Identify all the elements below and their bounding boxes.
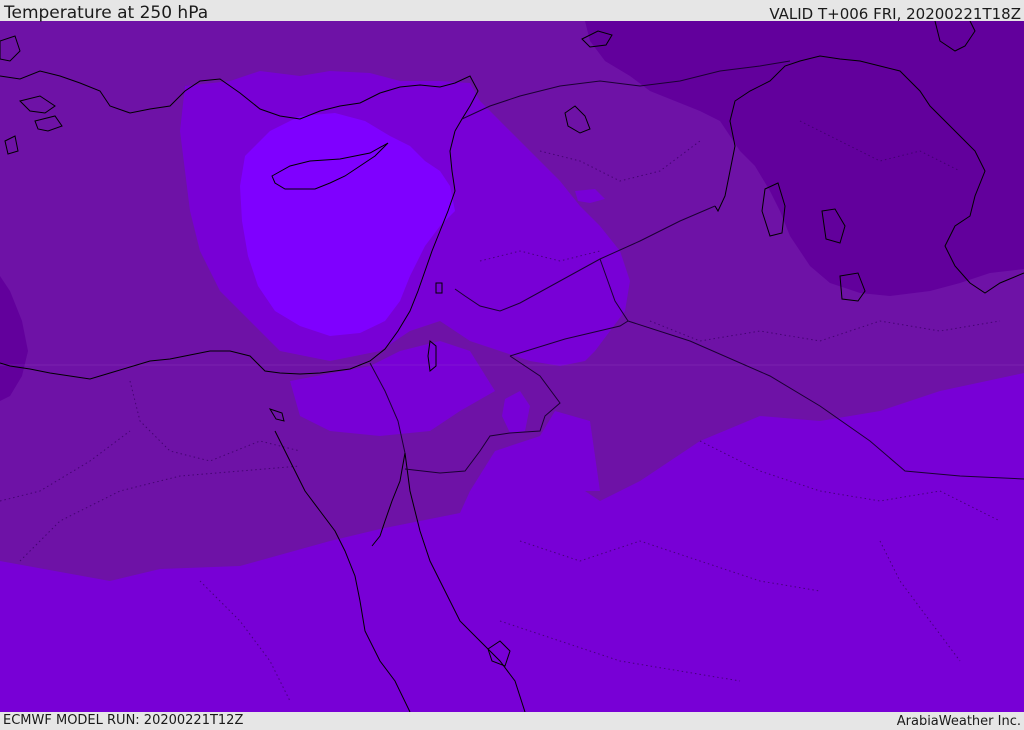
credit-label: ArabiaWeather Inc. [896,714,1021,729]
model-run-label: ECMWF MODEL RUN: 20200221T12Z [3,713,244,728]
valid-time: VALID T+006 FRI, 20200221T18Z [769,5,1021,23]
temperature-map [0,21,1024,712]
map-area [0,21,1024,712]
map-title: Temperature at 250 hPa [4,3,209,23]
footer-bar: ECMWF MODEL RUN: 20200221T12Z ArabiaWeat… [0,712,1024,729]
header-bar: Temperature at 250 hPa VALID T+006 FRI, … [0,0,1024,23]
